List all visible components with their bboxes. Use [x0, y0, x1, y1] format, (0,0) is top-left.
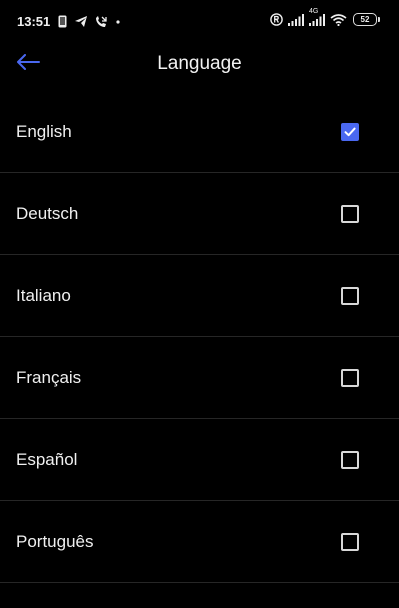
language-checkbox[interactable] [341, 533, 359, 551]
language-list: English Deutsch Italiano Français Españo… [0, 91, 399, 583]
language-option-portugues[interactable]: Português [0, 501, 399, 583]
wifi-icon [330, 13, 347, 26]
language-checkbox[interactable] [341, 287, 359, 305]
language-checkbox[interactable] [341, 451, 359, 469]
battery-level: 52 [360, 15, 370, 24]
status-bar: 13:51 4G 52 [0, 0, 399, 40]
checkmark-icon [344, 127, 356, 137]
battery-icon: 52 [353, 13, 380, 26]
signal-icon [288, 13, 304, 26]
network-type-label: 4G [309, 7, 319, 15]
dot-icon [115, 19, 121, 25]
language-checkbox[interactable] [341, 369, 359, 387]
language-option-deutsch[interactable]: Deutsch [0, 173, 399, 255]
language-checkbox[interactable] [341, 205, 359, 223]
status-right: 4G 52 [265, 8, 380, 26]
language-label: Português [16, 532, 94, 551]
header: Language [0, 44, 399, 84]
signal-4g-icon: 4G [309, 8, 325, 26]
page-title: Language [157, 53, 242, 74]
language-label: Español [16, 450, 78, 469]
phone-icon [58, 15, 67, 28]
language-label: Deutsch [16, 204, 79, 223]
status-time: 13:51 [17, 14, 51, 29]
language-option-francais[interactable]: Français [0, 337, 399, 419]
language-label: Italiano [16, 286, 71, 305]
registered-icon [270, 13, 283, 26]
telegram-icon [75, 16, 88, 27]
language-checkbox[interactable] [341, 123, 359, 141]
language-option-espanol[interactable]: Español [0, 419, 399, 501]
language-option-italiano[interactable]: Italiano [0, 255, 399, 337]
language-label: Français [16, 368, 82, 387]
language-label: English [16, 122, 72, 141]
missed-call-icon [95, 15, 107, 28]
status-left: 13:51 [17, 14, 121, 29]
language-option-english[interactable]: English [0, 91, 399, 173]
